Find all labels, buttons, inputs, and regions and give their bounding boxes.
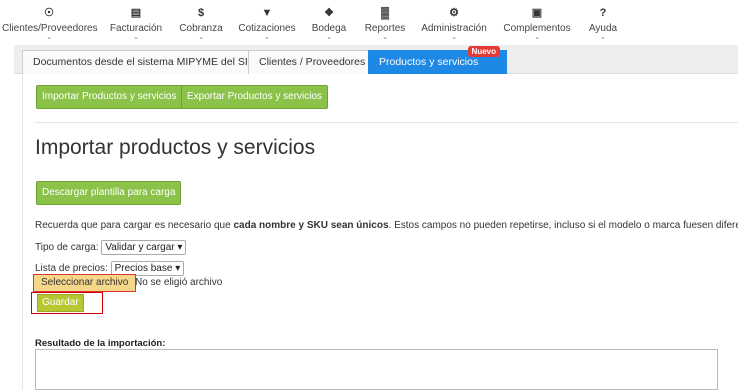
note-emphasis: cada nombre y SKU sean únicos: [233, 220, 389, 231]
bar-chart-icon: ▓: [380, 7, 390, 19]
tabs-bar: Documentos desde el sistema MIPYME del S…: [14, 45, 738, 74]
note-text-end: . Estos campos no pueden repetirse, incl…: [388, 220, 738, 231]
nav-reportes[interactable]: ▓ Reportes ⌄: [362, 0, 408, 42]
invoice-icon: ▤: [130, 7, 142, 19]
cart-icon: ▼: [261, 7, 273, 19]
price-list-label: Lista de precios:: [35, 263, 108, 275]
file-status: No se eligió archivo: [135, 277, 223, 288]
chevron-down-icon: ⌄: [264, 34, 270, 41]
result-textarea[interactable]: [35, 349, 718, 390]
select-arrow-icon: ▾: [177, 242, 183, 253]
load-type-label: Tipo de carga:: [35, 242, 99, 254]
nav-clientes-proveedores[interactable]: ☉ Clientes/Proveedores ⌄: [2, 0, 98, 42]
save-button[interactable]: Guardar: [37, 294, 84, 312]
nav-administracion[interactable]: ⚙ Administración ⌄: [419, 0, 489, 42]
puzzle-icon: ▣: [531, 7, 543, 19]
cogs-icon: ⚙: [449, 7, 459, 19]
nav-cotizaciones[interactable]: ▼ Cotizaciones ⌄: [236, 0, 298, 42]
select-arrow-icon: ▾: [175, 263, 181, 274]
nav-bodega[interactable]: ❖ Bodega ⌄: [309, 0, 349, 42]
cubes-icon: ❖: [324, 7, 334, 19]
select-file-button[interactable]: Seleccionar archivo: [33, 274, 137, 292]
chevron-down-icon: ⌄: [326, 34, 332, 41]
nav-cobranza[interactable]: $ Cobranza ⌄: [174, 0, 228, 42]
chevron-down-icon: ⌄: [382, 34, 388, 41]
chevron-down-icon: ⌄: [198, 34, 204, 41]
chevron-down-icon: ⌄: [133, 34, 139, 41]
nav-ayuda[interactable]: ? Ayuda ⌄: [586, 0, 620, 42]
import-products-button[interactable]: Importar Productos y servicios: [36, 85, 183, 109]
uniqueness-note: Recuerda que para cargar es necesario qu…: [35, 220, 738, 231]
tab-clientes-proveedores[interactable]: Clientes / Proveedores: [248, 50, 377, 74]
note-text: Recuerda que para cargar es necesario qu…: [35, 220, 234, 231]
tab-label: Productos y servicios: [379, 56, 479, 68]
users-icon: ☉: [44, 7, 54, 19]
page-title: Importar productos y servicios: [35, 136, 316, 159]
chevron-down-icon: ⌄: [534, 34, 540, 41]
help-icon: ?: [599, 7, 607, 19]
result-label: Resultado de la importación:: [35, 338, 166, 349]
price-list-value: Precios base: [114, 263, 173, 274]
export-products-button[interactable]: Exportar Productos y servicios: [181, 85, 329, 109]
load-type-select[interactable]: Validar y cargar ▾: [101, 240, 187, 255]
download-template-button[interactable]: Descargar plantilla para carga: [36, 181, 182, 205]
chevron-down-icon: ⌄: [600, 34, 606, 41]
tab-productos-servicios[interactable]: Productos y servicios Nuevo: [368, 46, 507, 74]
nav-facturacion[interactable]: ▤ Facturación ⌄: [104, 0, 168, 42]
chevron-down-icon: ⌄: [451, 34, 457, 41]
dollar-icon: $: [197, 7, 205, 19]
content-panel: Importar Productos y servicios Exportar …: [22, 74, 738, 390]
divider: [35, 122, 738, 123]
load-type-value: Validar y cargar: [105, 242, 175, 253]
chevron-down-icon: ⌄: [46, 34, 52, 41]
load-type-row: Tipo de carga: Validar y cargar ▾: [35, 240, 187, 255]
top-nav: ☉ Clientes/Proveedores ⌄ ▤ Facturación ⌄…: [0, 0, 738, 42]
new-badge: Nuevo: [467, 46, 500, 57]
save-button-highlight: Guardar: [31, 292, 103, 314]
tab-documentos-sii[interactable]: Documentos desde el sistema MIPYME del S…: [22, 50, 262, 74]
nav-complementos[interactable]: ▣ Complementos ⌄: [502, 0, 572, 42]
